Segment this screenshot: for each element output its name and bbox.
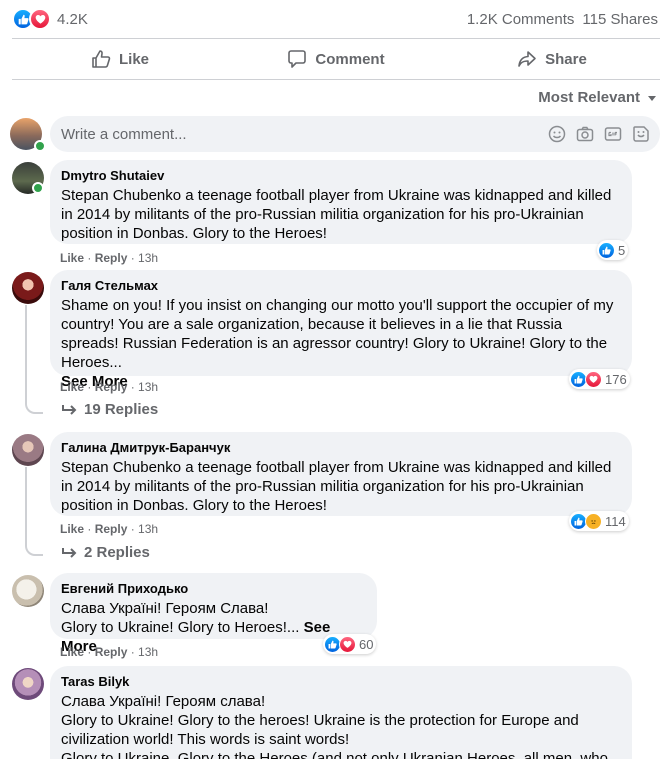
comment-bubble: Галина Дмитрук-Баранчук Stepan Chubenko … — [50, 432, 632, 516]
comment-like-link[interactable]: Like — [60, 251, 84, 265]
comment-bubble: Taras Bilyk Слава Україні! Героям слава!… — [50, 666, 632, 759]
commenter-avatar[interactable] — [12, 668, 44, 700]
comment-reply-link[interactable]: Reply — [95, 380, 128, 394]
comment-like-link[interactable]: Like — [60, 380, 84, 394]
comment-reactions[interactable]: 5 — [597, 240, 629, 260]
sticker-icon[interactable] — [632, 125, 650, 143]
comment-bubble-icon — [288, 50, 307, 68]
comments-count[interactable]: 1.2K Comments — [467, 11, 575, 28]
commenter-name[interactable]: Dmytro Shutaiev — [61, 168, 620, 184]
comment-timestamp[interactable]: 13h — [138, 380, 158, 394]
view-replies-link[interactable]: 19 Replies — [62, 401, 158, 418]
comment-item: Евгений Приходько Слава Україні! Героям … — [10, 573, 660, 663]
comment-button-label: Comment — [315, 50, 385, 68]
reactions-summary[interactable]: 4.2K — [12, 8, 88, 30]
reaction-summary-bar: 4.2K 1.2K Comments 115 Shares — [12, 0, 660, 39]
reaction-count[interactable]: 4.2K — [57, 11, 88, 28]
commenter-name[interactable]: Галя Стельмах — [61, 278, 620, 294]
love-reaction-icon — [585, 370, 602, 388]
thumbs-up-icon — [92, 50, 111, 68]
share-button-label: Share — [545, 50, 587, 68]
comment-item: Галя Стельмах Shame on you! If you insis… — [10, 270, 660, 420]
comment-reactions[interactable]: 176 — [569, 369, 630, 389]
comment-bubble: Dmytro Shutaiev Stepan Chubenko a teenag… — [50, 160, 632, 244]
comment-meta: Like · Reply · 13h — [60, 380, 159, 394]
online-status-dot — [34, 140, 46, 152]
comment-text-body: Shame on you! If you insist on changing … — [61, 297, 614, 371]
comment-reply-link[interactable]: Reply — [95, 251, 128, 265]
comment-reply-link[interactable]: Reply — [95, 645, 128, 659]
comment-text: Shame on you! If you insist on changing … — [61, 296, 620, 391]
comment-bubble: Галя Стельмах Shame on you! If you insis… — [50, 270, 632, 390]
reaction-count: 114 — [605, 513, 626, 529]
share-button[interactable]: Share — [444, 39, 660, 79]
comment-meta: Like · Reply · 13h — [60, 522, 159, 536]
reply-arrow-icon — [62, 547, 77, 558]
gif-icon[interactable] — [604, 125, 622, 143]
like-button-label: Like — [118, 50, 149, 68]
sort-label: Most Relevant — [538, 89, 640, 106]
reaction-count: 60 — [359, 636, 374, 652]
comment-input[interactable]: Write a comment... — [50, 116, 660, 152]
replies-count: 19 Replies — [84, 401, 159, 418]
comment-text: Stepan Chubenko a teenage football playe… — [61, 187, 612, 242]
online-status-dot — [32, 182, 44, 194]
camera-icon[interactable] — [576, 125, 594, 143]
commenter-name[interactable]: Галина Дмитрук-Баранчук — [61, 440, 620, 456]
replies-count: 2 Replies — [84, 544, 150, 561]
reaction-count: 5 — [618, 242, 626, 258]
share-arrow-icon — [518, 51, 536, 67]
comment-bubble: Евгений Приходько Слава Україні! Героям … — [50, 573, 377, 655]
comment-reactions[interactable]: 60 — [323, 634, 377, 654]
shares-count[interactable]: 115 Shares — [582, 11, 658, 28]
comment-timestamp[interactable]: 13h — [138, 645, 158, 659]
caret-down-icon — [648, 95, 656, 101]
comment-like-link[interactable]: Like — [60, 522, 84, 536]
view-replies-link[interactable]: 2 Replies — [62, 544, 150, 561]
commenter-avatar[interactable] — [12, 272, 44, 304]
comment-reply-link[interactable]: Reply — [95, 522, 128, 536]
like-reaction-icon — [598, 241, 615, 259]
comment-like-link[interactable]: Like — [60, 645, 84, 659]
comment-timestamp[interactable]: 13h — [138, 522, 158, 536]
sort-dropdown[interactable]: Most Relevant — [538, 89, 658, 106]
commenter-avatar[interactable] — [12, 575, 44, 607]
comment-composer: Write a comment... — [10, 116, 660, 152]
comment-item: Галина Дмитрук-Баранчук Stepan Chubenko … — [10, 432, 660, 562]
commenter-avatar[interactable] — [12, 434, 44, 466]
reply-arrow-icon — [62, 404, 77, 415]
comment-text: Stepan Chubenko a teenage football playe… — [61, 459, 612, 514]
reaction-count: 176 — [605, 371, 627, 387]
comment-reactions[interactable]: 114 — [569, 511, 629, 531]
comment-meta: Like · Reply · 13h — [60, 645, 159, 659]
post-actions: Like Comment Share — [12, 39, 660, 80]
love-reaction-icon — [29, 8, 51, 30]
comment-text-line: Слава Україні! Героям Слава! — [61, 600, 269, 617]
comment-button[interactable]: Comment — [228, 39, 444, 79]
comment-input-placeholder: Write a comment... — [61, 125, 187, 143]
sad-reaction-icon — [585, 512, 602, 530]
comment-text: Слава Україні! Героям слава! Glory to Uk… — [61, 693, 608, 759]
comment-meta: Like · Reply · 13h — [60, 251, 159, 265]
comment-text-line: Glory to Ukraine! Glory to Heroes!... — [61, 619, 300, 636]
comment-item: Taras Bilyk Слава Україні! Героям слава!… — [10, 664, 660, 759]
love-reaction-icon — [339, 635, 356, 653]
commenter-name[interactable]: Евгений Приходько — [61, 581, 365, 597]
commenter-name[interactable]: Taras Bilyk — [61, 674, 620, 690]
comment-timestamp[interactable]: 13h — [138, 251, 158, 265]
like-button[interactable]: Like — [12, 39, 228, 79]
emoji-icon[interactable] — [548, 125, 566, 143]
comment-item: Dmytro Shutaiev Stepan Chubenko a teenag… — [10, 160, 660, 268]
